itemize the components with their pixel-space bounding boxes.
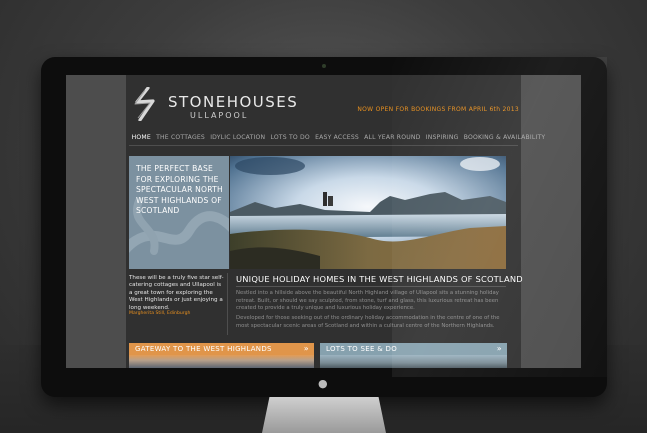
gateway-band-image: [129, 355, 314, 368]
nav-item-the-cottages[interactable]: THE COTTAGES: [153, 134, 207, 141]
nav-item-easy-access[interactable]: EASY ACCESS: [312, 134, 361, 141]
apple-logo-icon: ●: [318, 377, 328, 390]
section-heading: UNIQUE HOLIDAY HOMES IN THE WEST HIGHLAN…: [236, 274, 523, 284]
nav-item-inspiring[interactable]: INSPIRING: [423, 134, 461, 141]
website: STONEHOUSES ULLAPOOL NOW OPEN FOR BOOKIN…: [126, 75, 545, 368]
gateway-band-label: GATEWAY TO THE WEST HIGHLANDS: [135, 345, 272, 353]
logo-subtitle: ULLAPOOL: [190, 111, 249, 120]
stonehouses-logo-icon[interactable]: [131, 87, 161, 121]
screen-margin-right: [521, 75, 581, 368]
booking-announcement: NOW OPEN FOR BOOKINGS FROM APRIL 6th 201…: [357, 106, 519, 113]
screen-margin-left: [66, 75, 126, 368]
screen: STONEHOUSES ULLAPOOL NOW OPEN FOR BOOKIN…: [66, 75, 581, 368]
column-divider: [227, 273, 228, 335]
nav-item-booking-availability[interactable]: BOOKING & AVAILABILITY: [461, 134, 548, 141]
double-chevron-right-icon[interactable]: »: [497, 344, 502, 353]
lots-to-see-band-header[interactable]: LOTS TO SEE & DO »: [320, 343, 507, 355]
gateway-band[interactable]: GATEWAY TO THE WEST HIGHLANDS »: [129, 343, 314, 368]
lots-to-see-band[interactable]: LOTS TO SEE & DO »: [320, 343, 507, 368]
lots-to-see-band-image: [320, 355, 507, 368]
intro-paragraph-1: Nestled into a hillside above the beauti…: [236, 290, 499, 311]
nav-divider: [129, 145, 518, 146]
nav-item-all-year-round[interactable]: ALL YEAR ROUND: [362, 134, 424, 141]
hero-text-panel: THE PERFECT BASE FOR EXPLORING THE SPECT…: [129, 156, 229, 269]
lots-to-see-band-label: LOTS TO SEE & DO: [326, 345, 398, 353]
logo-name[interactable]: STONEHOUSES: [168, 93, 298, 111]
gateway-band-header[interactable]: GATEWAY TO THE WEST HIGHLANDS »: [129, 343, 314, 355]
nav-item-idylic-location[interactable]: IDYLIC LOCATION: [208, 134, 268, 141]
hero-landscape-image: [230, 156, 506, 269]
testimonial-author: Margherita Still, Edinburgh: [129, 311, 191, 316]
main-nav: HOME THE COTTAGES IDYLIC LOCATION LOTS T…: [129, 134, 548, 141]
intro-paragraph-2: Developed for those seeking out of the o…: [236, 315, 500, 329]
double-chevron-right-icon[interactable]: »: [304, 344, 309, 353]
heading-divider: [236, 286, 506, 287]
camera-dot: [322, 64, 326, 68]
testimonial-quote: These will be a truly five star self-cat…: [129, 275, 224, 311]
hero-headline: THE PERFECT BASE FOR EXPLORING THE SPECT…: [136, 164, 223, 216]
nav-item-home[interactable]: HOME: [129, 134, 153, 141]
monitor-stand: [262, 397, 386, 433]
nav-item-lots-to-do[interactable]: LOTS TO DO: [268, 134, 313, 141]
